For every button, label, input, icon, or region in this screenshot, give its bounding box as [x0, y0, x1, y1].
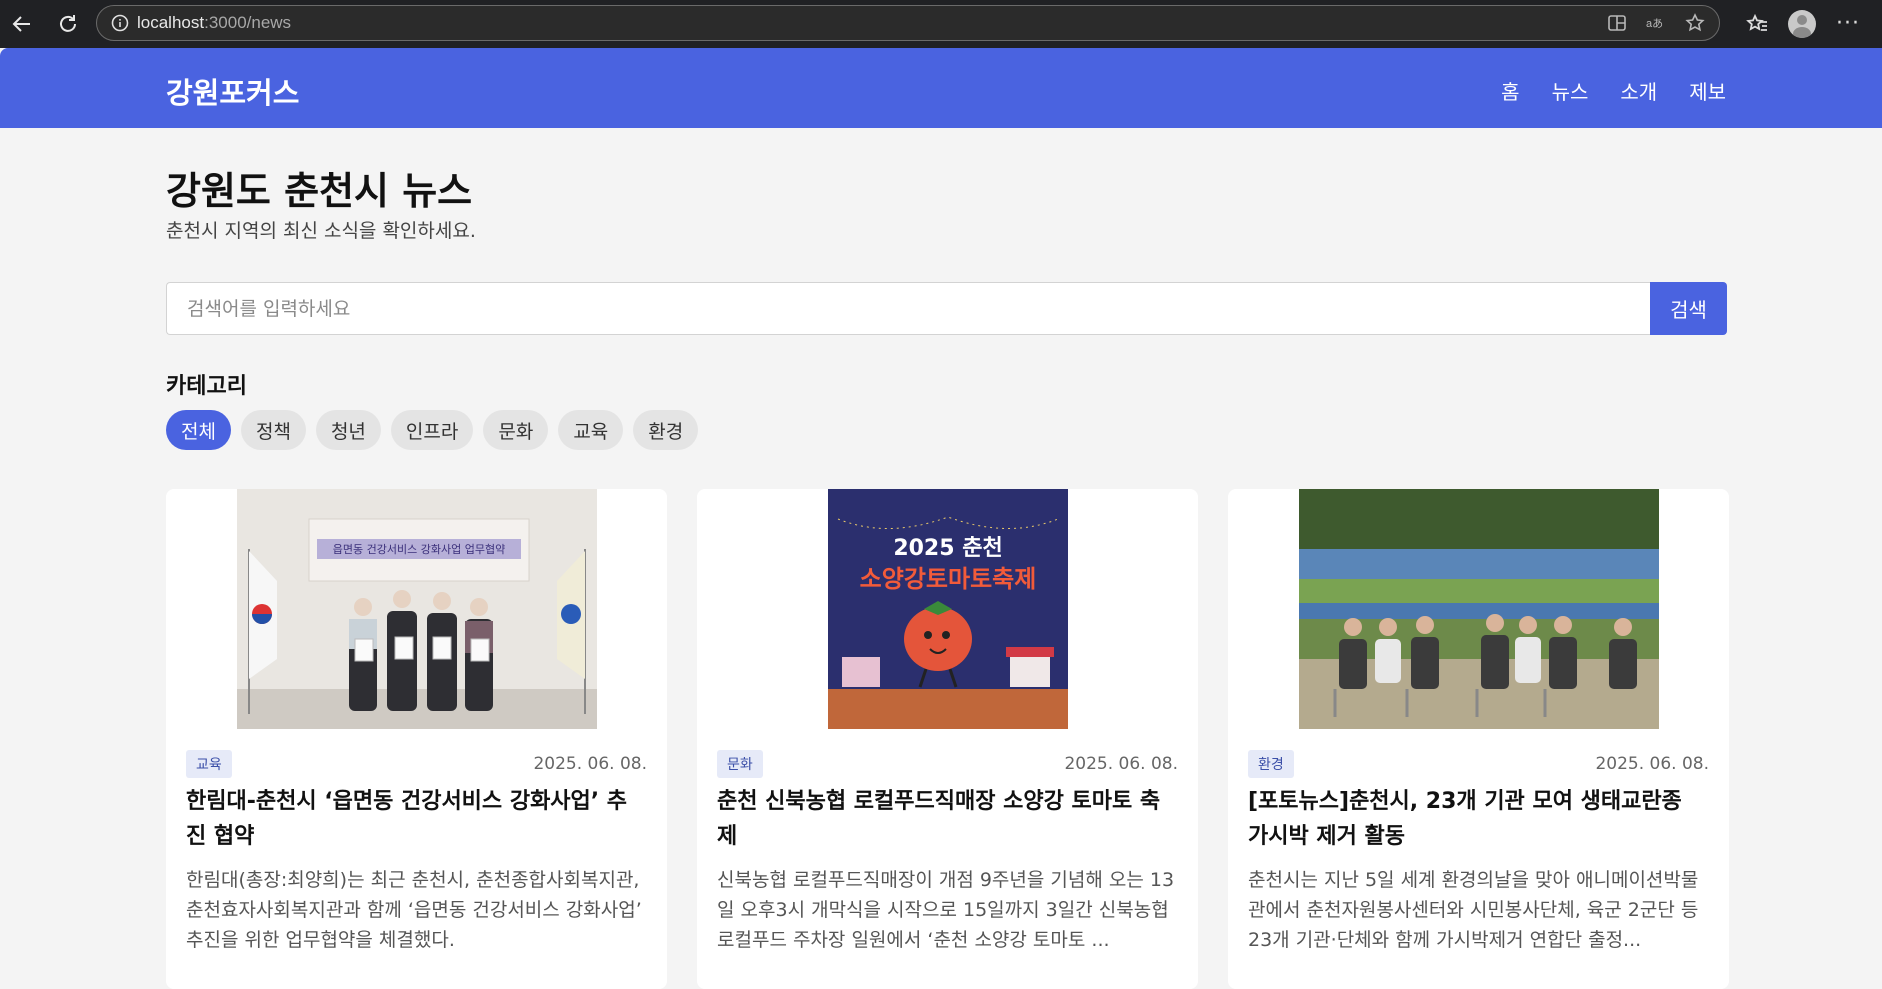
- nav-home[interactable]: 홈: [1501, 76, 1519, 105]
- news-thumbnail-photo[interactable]: [1298, 489, 1659, 729]
- site-header: 강원포커스 홈 뉴스 소개 제보: [0, 48, 1882, 128]
- category-chip-youth[interactable]: 청년: [315, 410, 381, 450]
- news-title[interactable]: 춘천 신북농협 로컬푸드직매장 소양강 토마토 축제: [717, 784, 1178, 854]
- category-chips: 전체 정책 청년 인프라 문화 교육 환경: [166, 410, 699, 450]
- news-thumbnail-photo[interactable]: 읍면동 건강서비스 강화사업 업무협약: [236, 489, 597, 729]
- address-bar[interactable]: localhost:3000/news aあ: [96, 5, 1720, 41]
- search-form: 검색: [166, 282, 1727, 335]
- main-nav: 홈 뉴스 소개 제보: [1501, 76, 1726, 105]
- reload-icon: [60, 15, 76, 32]
- site-logo[interactable]: 강원포커스: [166, 70, 299, 112]
- category-chip-infra[interactable]: 인프라: [390, 410, 474, 450]
- banner-text: 읍면동 건강서비스 강화사업 업무협약: [332, 542, 504, 556]
- more-menu-icon[interactable]: ···: [1836, 13, 1860, 35]
- nav-report[interactable]: 제보: [1689, 76, 1726, 105]
- category-chip-policy[interactable]: 정책: [240, 410, 306, 450]
- category-badge: 환경: [1248, 750, 1294, 778]
- arrow-left-icon: [12, 16, 30, 32]
- read-aloud-icon[interactable]: aあ: [1645, 13, 1667, 33]
- browser-toolbar: localhost:3000/news aあ ···: [0, 0, 1882, 48]
- search-button[interactable]: 검색: [1650, 282, 1727, 335]
- favorites-list-icon[interactable]: [1746, 13, 1768, 35]
- news-thumbnail-poster[interactable]: 2025 춘천 소양강토마토축제: [827, 489, 1068, 729]
- poster-festival-text: 소양강토마토축제: [859, 565, 1036, 593]
- split-screen-icon[interactable]: [1607, 13, 1627, 33]
- publish-date: 2025. 06. 08.: [1064, 754, 1178, 774]
- nav-news[interactable]: 뉴스: [1552, 76, 1589, 105]
- profile-avatar[interactable]: [1788, 10, 1817, 38]
- search-input[interactable]: [166, 282, 1650, 335]
- news-card[interactable]: 읍면동 건강서비스 강화사업 업무협약 교육 2025. 06. 08. 한림대…: [166, 489, 667, 989]
- svg-text:aあ: aあ: [1646, 17, 1663, 30]
- news-excerpt: 한림대(총장:최양희)는 최근 춘천시, 춘천종합사회복지관, 춘천효자사회복지…: [186, 869, 642, 951]
- news-card[interactable]: 2025 춘천 소양강토마토축제 문화 2025. 06. 08. 춘천 신북농…: [697, 489, 1198, 989]
- category-badge: 교육: [186, 750, 232, 778]
- category-chip-culture[interactable]: 문화: [483, 410, 549, 450]
- category-chip-environment[interactable]: 환경: [633, 410, 699, 450]
- back-button[interactable]: [2, 4, 42, 44]
- news-title[interactable]: [포토뉴스]춘천시, 23개 기관 모여 생태교란종 가시박 제거 활동: [1248, 784, 1709, 854]
- category-heading: 카테고리: [166, 374, 247, 399]
- nav-about[interactable]: 소개: [1620, 76, 1657, 105]
- favorite-star-icon[interactable]: [1685, 13, 1705, 33]
- publish-date: 2025. 06. 08.: [533, 754, 647, 774]
- category-chip-education[interactable]: 교육: [558, 410, 624, 450]
- url-text: localhost:3000/news: [137, 13, 292, 32]
- news-card[interactable]: 환경 2025. 06. 08. [포토뉴스]춘천시, 23개 기관 모여 생태…: [1228, 489, 1729, 989]
- publish-date: 2025. 06. 08.: [1595, 754, 1709, 774]
- category-badge: 문화: [717, 750, 763, 778]
- category-chip-all[interactable]: 전체: [166, 410, 231, 450]
- news-title[interactable]: 한림대-춘천시 ‘읍면동 건강서비스 강화사업’ 추진 협약: [186, 784, 647, 854]
- poster-year-text: 2025 춘천: [893, 536, 1002, 561]
- page-subtitle: 춘천시 지역의 최신 소식을 확인하세요.: [166, 220, 476, 242]
- news-card-list: 읍면동 건강서비스 강화사업 업무협약 교육 2025. 06. 08. 한림대…: [166, 489, 1729, 989]
- page-title: 강원도 춘천시 뉴스: [166, 169, 473, 213]
- news-excerpt: 신북농협 로컬푸드직매장이 개점 9주년을 기념해 오는 13일 오후3시 개막…: [717, 869, 1175, 951]
- site-info-icon[interactable]: [103, 14, 137, 32]
- reload-button[interactable]: [48, 4, 88, 44]
- news-excerpt: 춘천시는 지난 5일 세계 환경의날을 맞아 애니메이션박물관에서 춘천자원봉사…: [1248, 869, 1699, 951]
